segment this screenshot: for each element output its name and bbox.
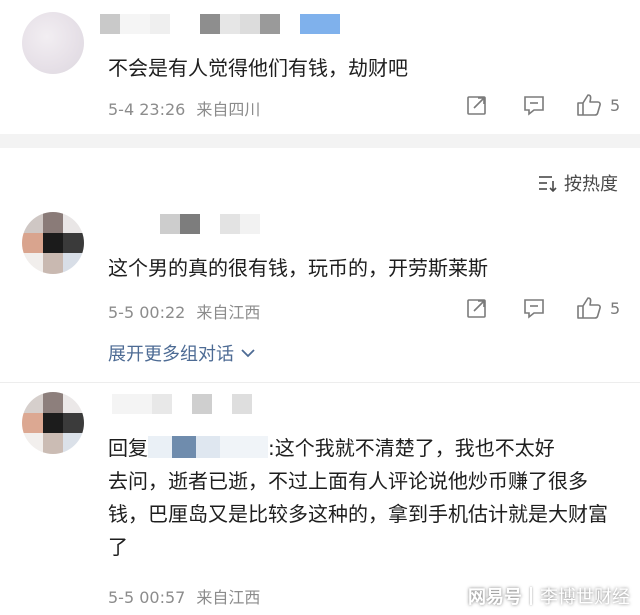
- sort-label: 按热度: [564, 174, 618, 195]
- username-blurred[interactable]: [112, 394, 252, 414]
- avatar[interactable]: [22, 392, 84, 454]
- comment-text: 这个男的真的很有钱，玩币的，开劳斯莱斯: [108, 256, 488, 280]
- share-icon[interactable]: [466, 297, 488, 319]
- like-button[interactable]: 5: [576, 93, 620, 117]
- username-blurred[interactable]: [100, 14, 340, 34]
- reply-line1: :这个我就不清楚了，我也不太好: [268, 436, 555, 460]
- thumbs-up-icon: [577, 297, 601, 319]
- share-icon[interactable]: [466, 94, 488, 116]
- reply-icon[interactable]: [522, 94, 546, 116]
- comment-date: 5-5 00:22: [108, 303, 186, 322]
- avatar[interactable]: [22, 12, 84, 74]
- sort-icon: [539, 176, 557, 192]
- mentioned-user-blurred[interactable]: [148, 436, 268, 458]
- comment-actions: 5: [466, 93, 620, 117]
- comment-meta: 5-5 00:57 来自江西: [108, 584, 260, 608]
- like-count: 5: [610, 95, 621, 115]
- comment-location: 来自四川: [196, 100, 261, 119]
- comment-location: 来自江西: [196, 588, 261, 607]
- comment-text: 不会是有人觉得他们有钱，劫财吧: [108, 56, 408, 80]
- comment-meta: 5-4 23:26 来自四川: [108, 96, 260, 120]
- reply-body: 去问，逝者已逝，不过上面有人评论说他炒币赚了很多钱，巴厘岛又是比较多这种的，拿到…: [108, 469, 608, 559]
- thumbs-up-icon: [577, 94, 601, 116]
- like-count: 5: [610, 298, 621, 318]
- comment-meta: 5-5 00:22 来自江西: [108, 299, 260, 323]
- watermark-separator: [530, 587, 532, 605]
- comment-location: 来自江西: [196, 303, 261, 322]
- section-divider: [0, 134, 640, 148]
- watermark-logo: 网易号: [468, 587, 522, 608]
- comment-actions: 5: [466, 296, 620, 320]
- comment-date: 5-5 00:57: [108, 588, 186, 607]
- reply-text: 回复 :这个我就不清楚了，我也不太好 去问，逝者已逝，不过上面有人评论说他炒币赚了…: [108, 432, 618, 564]
- section-divider: [0, 382, 640, 383]
- like-button[interactable]: 5: [576, 296, 620, 320]
- watermark-author: 李博世财经: [540, 587, 630, 608]
- username-blurred[interactable]: [160, 214, 260, 234]
- expand-label: 展开更多组对话: [108, 344, 234, 365]
- reply-prefix: 回复: [108, 436, 148, 460]
- source-watermark: 网易号 李博世财经: [468, 583, 630, 609]
- sort-by-popularity[interactable]: 按热度: [538, 170, 618, 196]
- chevron-down-icon: [241, 349, 255, 358]
- reply-icon[interactable]: [522, 297, 546, 319]
- comment-date: 5-4 23:26: [108, 100, 186, 119]
- expand-more-conversations[interactable]: 展开更多组对话: [108, 340, 256, 366]
- avatar[interactable]: [22, 212, 84, 274]
